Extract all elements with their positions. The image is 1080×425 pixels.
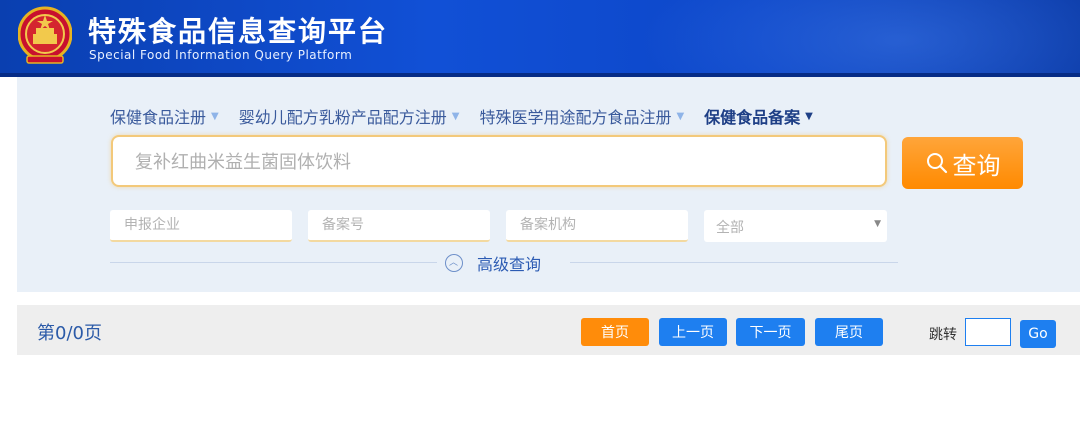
next-page-button[interactable]: 下一页 xyxy=(736,318,805,346)
search-input[interactable] xyxy=(133,149,867,175)
scope-select-value: 全部 xyxy=(716,220,744,236)
jump-page-input[interactable] xyxy=(965,318,1011,346)
site-title: 特殊食品信息查询平台 xyxy=(88,15,389,48)
divider-right xyxy=(570,262,898,263)
first-page-button[interactable]: 首页 xyxy=(581,318,649,346)
last-page-button[interactable]: 尾页 xyxy=(815,318,883,346)
caret-down-icon: ▼ xyxy=(676,110,685,122)
tab-special-medical-food-registration[interactable]: 特殊医学用途配方食品注册 ▼ xyxy=(479,105,684,127)
search-box xyxy=(111,135,887,187)
search-icon xyxy=(926,153,947,174)
tab-label: 保健食品备案 xyxy=(704,108,801,127)
go-button[interactable]: Go xyxy=(1020,320,1056,348)
site-subtitle: Special Food Information Query Platform xyxy=(89,48,353,62)
jump-label: 跳转 xyxy=(929,327,957,343)
record-number-input[interactable] xyxy=(320,216,474,234)
pagination-bar: 第0/0页 首页 上一页 下一页 尾页 跳转 Go xyxy=(17,305,1080,355)
tab-health-food-filing[interactable]: 保健食品备案 ▼ xyxy=(704,105,813,127)
chevron-up-circle-icon: ︿ xyxy=(445,254,463,272)
national-emblem-icon xyxy=(18,6,72,64)
scope-select[interactable]: 全部 ▼ xyxy=(704,210,887,242)
record-number-filter xyxy=(308,210,490,242)
prev-page-button[interactable]: 上一页 xyxy=(659,318,727,346)
agency-filter xyxy=(506,210,688,242)
caret-down-icon: ▼ xyxy=(451,110,460,122)
agency-input[interactable] xyxy=(518,216,672,234)
caret-down-icon: ▼ xyxy=(805,110,813,122)
search-button[interactable]: 查询 xyxy=(902,137,1023,189)
category-tabs: 保健食品注册 ▼ 婴幼儿配方乳粉产品配方注册 ▼ 特殊医学用途配方食品注册 ▼ … xyxy=(110,105,833,127)
company-input[interactable] xyxy=(122,216,276,234)
divider-left xyxy=(110,262,437,263)
tab-label: 保健食品注册 xyxy=(110,108,207,127)
header-glow xyxy=(640,0,1080,77)
page-status: 第0/0页 xyxy=(37,323,102,344)
site-header: 特殊食品信息查询平台 Special Food Information Quer… xyxy=(0,0,1080,77)
dropdown-arrow-icon: ▼ xyxy=(874,219,881,229)
company-filter xyxy=(110,210,292,242)
search-button-label: 查询 xyxy=(952,151,1001,180)
advanced-search-toggle[interactable]: ︿ 高级查询 xyxy=(445,251,541,275)
tab-infant-formula-registration[interactable]: 婴幼儿配方乳粉产品配方注册 ▼ xyxy=(239,105,460,127)
tab-label: 婴幼儿配方乳粉产品配方注册 xyxy=(238,108,447,127)
advanced-search-label: 高级查询 xyxy=(477,255,542,274)
caret-down-icon: ▼ xyxy=(211,110,219,122)
search-panel: 保健食品注册 ▼ 婴幼儿配方乳粉产品配方注册 ▼ 特殊医学用途配方食品注册 ▼ … xyxy=(17,77,1080,292)
tab-label: 特殊医学用途配方食品注册 xyxy=(479,108,672,127)
tab-health-food-registration[interactable]: 保健食品注册 ▼ xyxy=(110,105,219,127)
